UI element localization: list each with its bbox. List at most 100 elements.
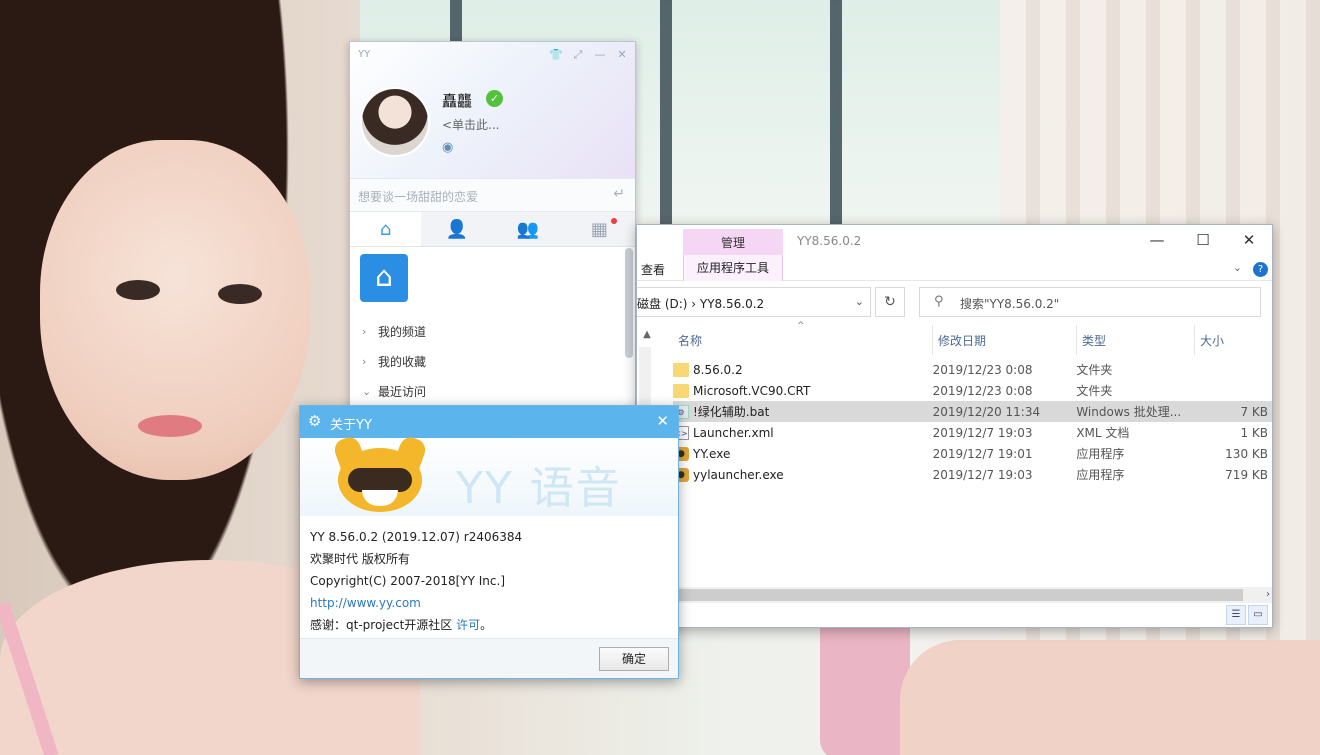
file-row-selected[interactable]: ⚙ !绿化辅助.bat 2019/12/20 11:34 Windows 批处理.… <box>673 401 1272 422</box>
file-date: 2019/12/23 0:08 <box>932 362 1033 377</box>
dialog-title: 关于YY <box>330 418 372 433</box>
file-type: 文件夹 <box>1076 363 1113 377</box>
search-placeholder: 搜索"YY8.56.0.2" <box>960 297 1060 311</box>
notification-dot <box>611 218 617 224</box>
file-type: 应用程序 <box>1076 468 1125 482</box>
scroll-thumb[interactable] <box>637 589 1243 601</box>
mood-input[interactable]: 想要谈一场甜甜的恋爱 ↵ <box>350 178 635 212</box>
skin-icon[interactable]: 👕 <box>549 48 563 62</box>
nav-item-label: 最近访问 <box>378 384 427 399</box>
view-toggle: ☰ ▭ <box>1226 605 1268 625</box>
close-button[interactable]: ✕ <box>1226 225 1272 255</box>
wallpaper-eye <box>218 284 262 304</box>
column-name[interactable]: 名称 <box>673 325 933 355</box>
avatar[interactable] <box>360 87 430 157</box>
details-view-icon[interactable]: ☰ <box>1226 605 1246 625</box>
file-list: 8.56.0.2 2019/12/23 0:08 文件夹 Microsoft.V… <box>673 359 1272 485</box>
window-title: YY8.56.0.2 <box>797 234 862 248</box>
minimize-button[interactable]: — <box>1134 225 1180 255</box>
gear-icon: ⚙ <box>308 412 322 430</box>
help-icon[interactable]: ? <box>1253 262 1268 277</box>
ok-button[interactable]: 确定 <box>599 647 669 671</box>
search-input[interactable]: ⚲ 搜索"YY8.56.0.2" <box>919 287 1261 317</box>
copyright-text: Copyright(C) 2007-2018[YY Inc.] <box>310 574 505 588</box>
thanks-line: 感谢：qt-project开源社区 许可。 <box>310 614 668 636</box>
file-row[interactable]: 8.56.0.2 2019/12/23 0:08 文件夹 <box>673 359 1272 380</box>
file-name: Launcher.xml <box>693 425 774 440</box>
wallpaper-eye <box>116 280 160 300</box>
folder-icon <box>673 362 689 377</box>
minimize-icon[interactable]: — <box>593 48 607 62</box>
nav-item-recent[interactable]: ⌄ 最近访问 <box>362 376 426 406</box>
file-name: yylauncher.exe <box>693 467 784 482</box>
address-bar[interactable]: 磁盘 (D:) › YY8.56.0.2 ⌄ <box>637 287 871 317</box>
file-list-header: 名称 修改日期 类型 大小 <box>673 325 1272 355</box>
large-icons-view-icon[interactable]: ▭ <box>1248 605 1268 625</box>
thanks-suffix: 。 <box>480 618 493 632</box>
tab-apps[interactable]: ▦ <box>563 212 635 246</box>
refresh-button[interactable]: ↻ <box>875 287 905 317</box>
file-row[interactable]: Microsoft.VC90.CRT 2019/12/23 0:08 文件夹 <box>673 380 1272 401</box>
file-date: 2019/12/23 0:08 <box>932 383 1033 398</box>
tab-home[interactable]: ⌂ <box>350 212 422 246</box>
file-date: 2019/12/7 19:03 <box>932 467 1033 482</box>
company-text: 欢聚时代 版权所有 <box>310 552 410 566</box>
close-icon[interactable]: ✕ <box>656 412 669 430</box>
file-size: 719 KB <box>1225 467 1268 482</box>
column-date[interactable]: 修改日期 <box>933 325 1077 355</box>
yy-profile-header: YY 👕 ⤢ — ✕ 矗龘 ✓ <单击此... ◉ <box>350 42 635 178</box>
search-icon: ⚲ <box>934 294 944 309</box>
nav-item-my-channels[interactable]: › 我的频道 <box>362 316 426 346</box>
file-name: YY.exe <box>693 446 731 461</box>
file-date: 2019/12/7 19:03 <box>932 425 1033 440</box>
enter-icon[interactable]: ↵ <box>613 186 625 202</box>
tab-view[interactable]: 查看 <box>641 261 665 278</box>
nav-item-label: 我的收藏 <box>378 354 427 369</box>
brand-watermark: YY 语音 <box>456 463 622 514</box>
chevron-down-icon[interactable]: ⌄ <box>855 295 864 308</box>
online-status-icon[interactable]: ✓ <box>486 90 503 107</box>
tab-app-tools[interactable]: 应用程序工具 <box>683 255 783 281</box>
nav-item-label: 我的频道 <box>378 324 427 339</box>
file-date: 2019/12/20 11:34 <box>932 404 1041 419</box>
nav-item-my-favorites[interactable]: › 我的收藏 <box>362 346 426 376</box>
close-icon[interactable]: ✕ <box>615 48 629 62</box>
license-link[interactable]: 许可 <box>456 618 480 632</box>
chevron-right-icon: › <box>362 354 367 368</box>
chevron-down-icon[interactable]: ⌄ <box>1233 261 1242 274</box>
tab-manage[interactable]: 管理 <box>683 229 783 257</box>
horizontal-scrollbar[interactable]: › <box>637 587 1272 603</box>
file-size: 1 KB <box>1240 425 1268 440</box>
about-footer: 确定 <box>300 638 678 678</box>
group-icon: 👥 <box>516 218 540 240</box>
scroll-right-icon[interactable]: › <box>1266 587 1270 603</box>
version-text: YY 8.56.0.2 (2019.12.07) r2406384 <box>310 530 523 544</box>
yy-logo: YY <box>358 49 371 60</box>
scroll-up-icon[interactable]: ▲ <box>639 327 655 343</box>
file-size: 7 KB <box>1240 404 1268 419</box>
signature-text[interactable]: <单击此... <box>442 116 500 133</box>
eye-icon[interactable]: ◉ <box>442 140 453 155</box>
tab-groups[interactable]: 👥 <box>492 212 564 246</box>
file-row[interactable]: ● yylauncher.exe 2019/12/7 19:03 应用程序 719… <box>673 464 1272 485</box>
yy-scrollbar[interactable] <box>625 248 633 358</box>
chevron-down-icon: ⌄ <box>362 384 372 398</box>
file-name: Microsoft.VC90.CRT <box>693 383 811 398</box>
folder-icon <box>673 383 689 398</box>
column-type[interactable]: 类型 <box>1077 325 1195 355</box>
file-name: !绿化辅助.bat <box>693 405 770 419</box>
file-type: Windows 批处理... <box>1076 405 1182 419</box>
restore-icon[interactable]: ⤢ <box>571 48 585 62</box>
yy-nav-list: › 我的频道 › 我的收藏 ⌄ 最近访问 <box>362 316 426 406</box>
apps-grid-icon: ▦ <box>590 218 608 240</box>
file-row[interactable]: ● YY.exe 2019/12/7 19:01 应用程序 130 KB <box>673 443 1272 464</box>
file-size: 130 KB <box>1225 446 1268 461</box>
maximize-button[interactable]: ☐ <box>1180 225 1226 255</box>
tab-contacts[interactable]: 👤 <box>421 212 493 246</box>
column-size[interactable]: 大小 <box>1195 325 1265 355</box>
wallpaper-lips <box>138 415 202 437</box>
website-link[interactable]: http://www.yy.com <box>310 596 421 610</box>
user-name[interactable]: 矗龘 <box>442 90 472 111</box>
home-tile-icon[interactable]: ⌂ <box>360 254 408 302</box>
file-row[interactable]: <> Launcher.xml 2019/12/7 19:03 XML 文档 1 … <box>673 422 1272 443</box>
